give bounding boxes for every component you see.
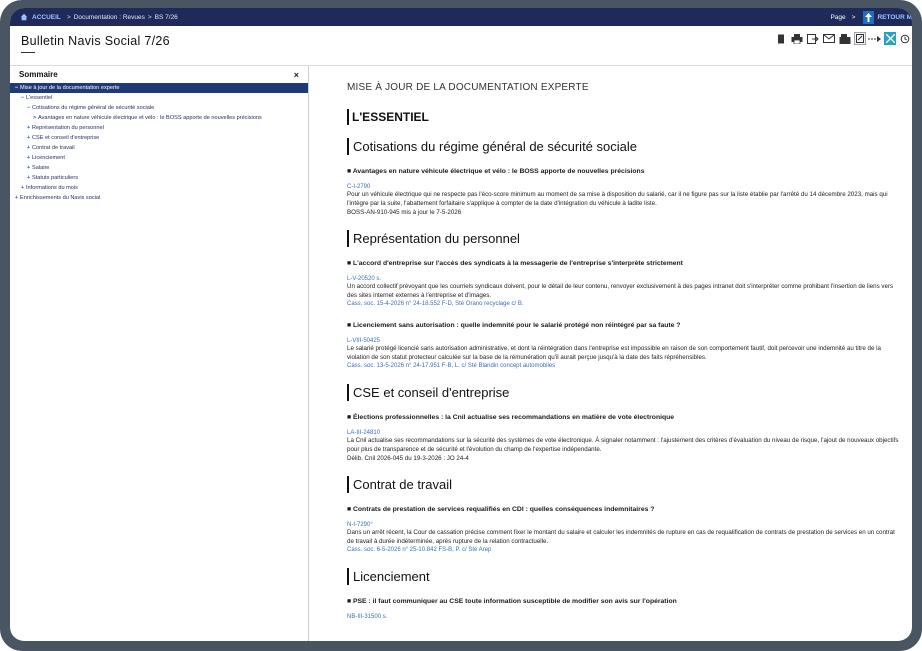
tree-item-label: Informations du mois	[26, 185, 78, 191]
arrow-right-icon[interactable]	[868, 32, 882, 45]
article-source-link[interactable]: Cass. soc. 6-5-2026 n° 25-10.842 FS-B, P…	[347, 546, 902, 555]
tree-item-label: Contrat de travail	[32, 145, 75, 151]
home-icon[interactable]	[19, 12, 29, 22]
sidebar-header: Sommaire ×	[10, 66, 308, 83]
print-icon[interactable]	[790, 32, 804, 45]
article-source-link[interactable]: Cass. soc. 15-4-2026 n° 24-18.552 F-D, S…	[347, 300, 902, 309]
tree-item-label: CSE et conseil d'entreprise	[32, 135, 100, 141]
category-title: Contrat de travail	[347, 476, 902, 493]
article-source-link[interactable]: Cass. soc. 13-5-2026 n° 24-17.951 F-B, L…	[347, 362, 902, 371]
tree-item-label: Statuts particuliers	[32, 175, 79, 181]
breadcrumb-home[interactable]: ACCUEIL	[32, 14, 61, 21]
tree-item-label: Avantages en nature véhicule électrique …	[38, 115, 262, 121]
breadcrumb-separator: >	[147, 13, 152, 21]
tree-item[interactable]: + Licenciement	[10, 153, 308, 163]
collapse-icon[interactable]: −	[25, 105, 32, 111]
category-title: Cotisations du régime général de sécurit…	[347, 138, 902, 155]
categories: Cotisations du régime général de sécurit…	[347, 138, 902, 620]
article-body: Pour un véhicule électrique qui ne respe…	[347, 191, 888, 207]
article-title: ■ Avantages en nature véhicule électriqu…	[347, 168, 645, 175]
section-heading: MISE À JOUR DE LA DOCUMENTATION EXPERTE	[347, 82, 589, 93]
article-title: ■ Élections professionnelles : la Cnil a…	[347, 414, 675, 421]
back-up-icon[interactable]	[863, 10, 875, 24]
close-icon[interactable]: ×	[294, 70, 299, 80]
title-bar: Bulletin Navis Social 7/26	[10, 26, 912, 66]
topbar-right: Page > RETOUR M	[830, 8, 912, 26]
article-reference-link[interactable]: NB-III-31500 s.	[347, 614, 902, 620]
tree-item[interactable]: + Contrat de travail	[10, 143, 308, 153]
article-note: Délib. Cnil 2026-045 du 19-3-2026 : JO 2…	[347, 455, 469, 462]
expand-icon[interactable]: +	[19, 185, 26, 191]
breadcrumb-item[interactable]: Documentation : Revues	[74, 14, 145, 21]
page-title: Bulletin Navis Social 7/26	[21, 34, 170, 48]
screen: ACCUEIL > Documentation : Revues > BS 7/…	[10, 8, 912, 641]
sidebar-summary: Sommaire × − Mise à jour de la documentat…	[10, 66, 309, 641]
toolbar	[774, 32, 912, 45]
article-body: Un accord collectif prévoyant que les co…	[347, 283, 894, 299]
sidebar-title: Sommaire	[19, 70, 58, 79]
article-title: ■ Licenciement sans autorisation : quell…	[347, 322, 681, 329]
expand-icon[interactable]: +	[25, 165, 32, 171]
article-body: Le salarié protégé licencié sans autoris…	[347, 345, 881, 361]
tree-item-label: Enrichissements du Navis social	[20, 195, 101, 201]
page-label: Page	[830, 13, 846, 21]
tree-item-label: Représentation du personnel	[32, 125, 104, 131]
tree-item-label: Licenciement	[32, 155, 65, 161]
article-title: ■ L'accord d'entreprise sur l'accès des …	[347, 260, 683, 267]
collapse-icon[interactable]: −	[13, 85, 20, 91]
collapse-icon[interactable]: −	[19, 95, 26, 101]
history-icon[interactable]	[898, 32, 912, 45]
expand-icon[interactable]: +	[25, 175, 32, 181]
top-nav-bar: ACCUEIL > Documentation : Revues > BS 7/…	[10, 8, 912, 26]
breadcrumb-separator: >	[66, 13, 71, 21]
tree-item[interactable]: + Enrichissements du Navis social	[10, 193, 308, 203]
mail-icon[interactable]	[822, 32, 836, 45]
tree-item-label: L'essentiel	[26, 95, 53, 101]
fullscreen-icon[interactable]	[884, 32, 896, 45]
tree-item[interactable]: + CSE et conseil d'entreprise	[10, 133, 308, 143]
expand-icon[interactable]: +	[25, 145, 32, 151]
article-note: BOSS-AN-910-945 mis à jour le 7-5-2026	[347, 209, 462, 216]
tree-item[interactable]: + Représentation du personnel	[10, 123, 308, 133]
export-icon[interactable]	[806, 32, 820, 45]
category-title: Représentation du personnel	[347, 230, 902, 247]
tree-item[interactable]: + Statuts particuliers	[10, 173, 308, 183]
return-button[interactable]: RETOUR M	[877, 14, 912, 21]
essentiel-heading: L'ESSENTIEL	[347, 109, 902, 125]
expand-icon[interactable]: +	[25, 155, 32, 161]
annotate-icon[interactable]	[854, 32, 866, 45]
expand-icon[interactable]: +	[25, 125, 32, 131]
tree-item[interactable]: + Informations du mois	[10, 183, 308, 193]
chevron-right-icon[interactable]: >	[31, 115, 38, 121]
title-underline	[21, 52, 35, 53]
article-title: ■ Contrats de prestation de services req…	[347, 506, 655, 513]
tree-item[interactable]: + Salaire	[10, 163, 308, 173]
category-title: Licenciement	[347, 568, 902, 585]
main-content: MISE À JOUR DE LA DOCUMENTATION EXPERTE …	[310, 66, 912, 641]
article-body: La Cnil actualise ses recommandations su…	[347, 437, 899, 453]
tree-item[interactable]: − L'essentiel	[10, 93, 308, 103]
folder-icon[interactable]	[838, 32, 852, 45]
tree-item[interactable]: − Cotisations du régime général de sécuri…	[10, 103, 308, 113]
document-icon[interactable]	[774, 32, 788, 45]
tree-item[interactable]: − Mise à jour de la documentation experte	[10, 83, 308, 93]
expand-icon[interactable]: +	[25, 135, 32, 141]
page-next-arrow[interactable]: >	[852, 14, 856, 21]
category-title: CSE et conseil d'entreprise	[347, 384, 902, 401]
expand-icon[interactable]: +	[13, 195, 20, 201]
summary-tree: − Mise à jour de la documentation experte…	[10, 83, 308, 203]
article-body: Dans un arrêt récent, la Cour de cassati…	[347, 529, 895, 545]
breadcrumb-current: BS 7/26	[154, 13, 178, 21]
tree-item[interactable]: > Avantages en nature véhicule électrique…	[10, 113, 308, 123]
tree-item-label: Salaire	[32, 165, 50, 171]
tree-item-label: Cotisations du régime général de sécurit…	[32, 105, 155, 111]
article-title: ■ PSE : il faut communiquer au CSE toute…	[347, 598, 677, 605]
device-frame: ACCUEIL > Documentation : Revues > BS 7/…	[0, 0, 922, 651]
tree-item-label: Mise à jour de la documentation experte	[20, 85, 120, 91]
